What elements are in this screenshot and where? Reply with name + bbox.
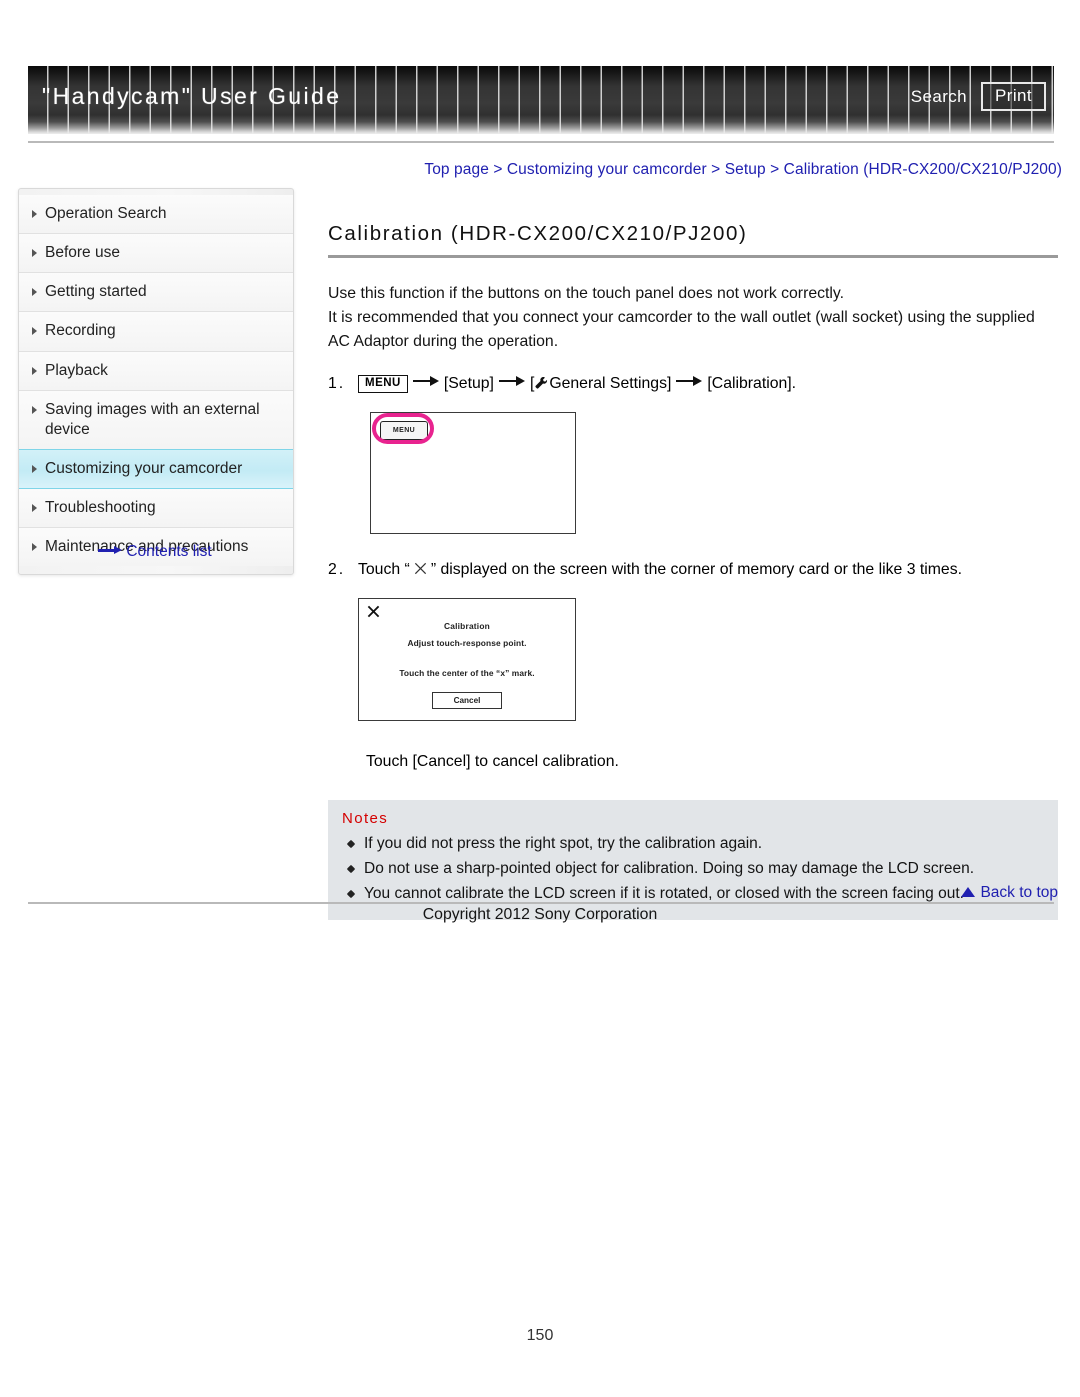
- header-divider: [28, 141, 1054, 143]
- sidebar-item-getting-started[interactable]: Getting started: [19, 273, 293, 313]
- intro-paragraph-2: It is recommended that you connect your …: [328, 309, 1035, 350]
- step-2-body: Touch “ ” displayed on the screen with th…: [358, 558, 1058, 582]
- step-1-number: 1.: [328, 375, 346, 392]
- back-to-top-link[interactable]: Back to top: [328, 884, 1058, 902]
- contents-list-label: Contents list: [126, 543, 212, 560]
- step-1-calibration-label: [Calibration].: [707, 375, 797, 392]
- sidebar-item-label: Operation Search: [45, 205, 167, 222]
- cancel-note: Touch [Cancel] to cancel calibration.: [366, 753, 619, 770]
- arrow-right-icon: [676, 376, 703, 386]
- dialog-title: Calibration: [444, 621, 490, 631]
- sidebar-item-label: Recording: [45, 322, 116, 340]
- sidebar-item-operation-search[interactable]: Operation Search: [19, 195, 293, 235]
- sidebar-item-recording[interactable]: Recording: [19, 312, 293, 352]
- sidebar-item-label: Troubleshooting: [45, 499, 156, 517]
- step-1-body: MENU [Setup][General Settings] [Calibratio…: [358, 372, 1058, 396]
- header-title: "Handycam" User Guide: [42, 83, 342, 109]
- contents-list-link[interactable]: Contents list: [18, 543, 292, 561]
- bullet-triangle-icon: [32, 327, 37, 336]
- figure-calibration-dialog: Calibration Adjust touch-response point.…: [358, 598, 584, 728]
- sidebar-item-label: Before use: [45, 244, 120, 262]
- step-1: 1. MENU [Setup][General Settings] [Calibra…: [328, 372, 1058, 396]
- sidebar-item-saving-images[interactable]: Saving images with an external device: [19, 390, 293, 450]
- step-1-setup-label: [Setup]: [443, 375, 494, 392]
- step-2-number: 2.: [328, 561, 346, 578]
- dialog-instruction: Touch the center of the “x” mark.: [399, 668, 535, 678]
- title-divider: [328, 255, 1058, 258]
- intro-paragraph-1: Use this function if the buttons on the …: [328, 285, 845, 302]
- caret-up-icon: [961, 887, 976, 897]
- search-button[interactable]: Search: [907, 85, 971, 109]
- dialog-subtitle: Adjust touch-response point.: [407, 638, 527, 648]
- main-content: Calibration (HDR-CX200/CX210/PJ200) Use …: [328, 222, 1058, 920]
- wrench-icon: [534, 374, 548, 389]
- step-2: 2. Touch “ ” displayed on the screen with…: [328, 558, 1058, 582]
- bullet-triangle-icon: [32, 288, 37, 297]
- sidebar-item-troubleshooting[interactable]: Troubleshooting: [19, 489, 293, 529]
- back-to-top-label: Back to top: [980, 884, 1058, 901]
- bullet-triangle-icon: [32, 249, 37, 258]
- sidebar-navigation: Operation Search Before use Getting star…: [18, 188, 294, 576]
- sidebar-item-label: Playback: [45, 361, 108, 379]
- copyright-text: Copyright 2012 Sony Corporation: [422, 906, 658, 923]
- note-item: Do not use a sharp-pointed object for ca…: [342, 856, 1044, 881]
- sidebar-item-label: Getting started: [45, 283, 147, 301]
- step-2-text-before: Touch “: [358, 561, 410, 578]
- breadcrumb[interactable]: Top page > Customizing your camcorder > …: [0, 161, 1062, 179]
- arrow-right-icon: [412, 376, 439, 386]
- sidebar-item-playback[interactable]: Playback: [19, 351, 293, 391]
- arrow-right-icon: [498, 376, 525, 386]
- menu-button-chip[interactable]: MENU: [358, 375, 408, 393]
- bullet-triangle-icon: [32, 464, 37, 473]
- figure-menu-screenshot: MENU: [370, 412, 582, 540]
- bullet-triangle-icon: [32, 405, 37, 414]
- notes-heading: Notes: [342, 810, 389, 827]
- note-item: If you did not press the right spot, try…: [342, 831, 1044, 856]
- site-header: "Handycam" User Guide Search Print: [28, 66, 1054, 134]
- sidebar-item-label: Customizing your camcorder: [45, 459, 243, 477]
- calibration-screen-mock: Calibration Adjust touch-response point.…: [358, 598, 576, 721]
- print-button[interactable]: Print: [981, 82, 1046, 111]
- sidebar-item-before-use[interactable]: Before use: [19, 234, 293, 274]
- bullet-triangle-icon: [32, 504, 37, 513]
- sidebar-item-label: Saving images with an external device: [45, 400, 260, 438]
- page-title: Calibration (HDR-CX200/CX210/PJ200): [328, 222, 748, 245]
- highlight-ring: [372, 413, 434, 444]
- bullet-triangle-icon: [32, 366, 37, 375]
- step-1-general-settings-label: General Settings]: [549, 375, 672, 392]
- header-actions: Search Print: [907, 82, 1046, 111]
- step-2-text-after: ” displayed on the screen with the corne…: [430, 561, 962, 578]
- footer-divider: [28, 902, 1054, 904]
- arrow-right-icon: [98, 546, 123, 555]
- dialog-cancel-button: Cancel: [432, 692, 502, 709]
- page-number: 150: [526, 1327, 554, 1344]
- x-mark-icon: [413, 560, 428, 575]
- bullet-triangle-icon: [32, 210, 37, 218]
- sidebar-item-customizing-your-camcorder[interactable]: Customizing your camcorder: [19, 448, 293, 490]
- calibration-x-mark-icon: [367, 605, 380, 618]
